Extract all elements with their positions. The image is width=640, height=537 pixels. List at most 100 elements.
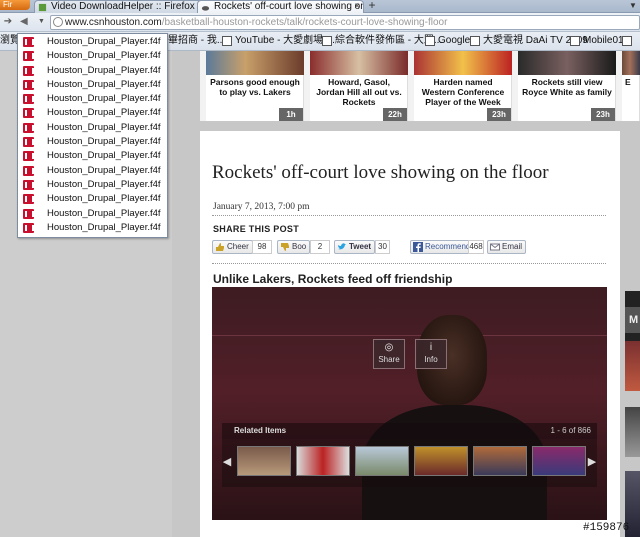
related-thumbnail[interactable] bbox=[237, 446, 291, 476]
download-menu-item[interactable]: Houston_Drupal_Player.f4f bbox=[18, 49, 167, 63]
globe-icon bbox=[53, 17, 63, 27]
info-label: Info bbox=[424, 355, 438, 364]
film-icon bbox=[23, 222, 34, 233]
right-column-image bbox=[625, 341, 640, 391]
download-filename: Houston_Drupal_Player.f4f bbox=[47, 121, 161, 133]
address-bar[interactable]: www.csnhouston.com/basketball-houston-ro… bbox=[50, 15, 640, 30]
video-frame-detail bbox=[212, 335, 607, 336]
video-downloadhelper-icon[interactable]: ◀ bbox=[20, 16, 32, 28]
cheer-button[interactable]: Cheer bbox=[212, 240, 253, 254]
boo-button[interactable]: Boo bbox=[277, 240, 311, 254]
tab-list-button[interactable]: ▼ bbox=[627, 0, 639, 12]
download-filename: Houston_Drupal_Player.f4f bbox=[47, 164, 161, 176]
related-thumbnail[interactable] bbox=[532, 446, 586, 476]
headline-card[interactable]: Rockets still view Royce White as family… bbox=[518, 51, 616, 121]
info-icon: i bbox=[429, 342, 433, 353]
email-label: Email bbox=[502, 242, 523, 251]
download-filename: Houston_Drupal_Player.f4f bbox=[47, 107, 161, 119]
bookmark-item[interactable]: Mobile01 bbox=[570, 34, 624, 48]
video-info-button[interactable]: i Info bbox=[415, 339, 447, 369]
card-thumbnail bbox=[310, 51, 408, 75]
film-icon bbox=[23, 108, 34, 119]
bookmark-item[interactable] bbox=[622, 34, 635, 48]
page-title: Rockets' off-court love showing on the f… bbox=[212, 162, 549, 183]
url-path: /basketball-houston-rockets/talk/rockets… bbox=[161, 17, 448, 28]
tweet-count: 30 bbox=[375, 240, 390, 254]
film-icon bbox=[23, 208, 34, 219]
download-menu-item[interactable]: Houston_Drupal_Player.f4f bbox=[18, 207, 167, 221]
chevron-left-icon[interactable]: ◀ bbox=[222, 455, 232, 469]
new-tab-button[interactable]: + bbox=[366, 0, 378, 12]
chevron-right-icon[interactable]: ▶ bbox=[587, 455, 597, 469]
related-count: 1 - 6 of 866 bbox=[550, 426, 591, 435]
envelope-icon bbox=[490, 243, 500, 251]
facebook-recommend-button[interactable]: Recommend bbox=[410, 240, 475, 254]
boo-count: 2 bbox=[310, 240, 330, 254]
page-icon bbox=[622, 36, 632, 46]
recommend-count: 468 bbox=[468, 240, 484, 254]
bookmark-item[interactable]: 畢招商 - 我... bbox=[168, 34, 225, 48]
card-title: Harden named Western Conference Player o… bbox=[421, 77, 505, 107]
url-host: www.csnhouston.com bbox=[65, 17, 162, 28]
related-thumbnail[interactable] bbox=[296, 446, 350, 476]
share-heading: SHARE THIS POST bbox=[213, 224, 300, 234]
related-thumbnail[interactable] bbox=[355, 446, 409, 476]
back-arrow-icon[interactable]: ➔ bbox=[1, 15, 15, 29]
close-icon[interactable]: × bbox=[354, 1, 360, 13]
card-title: Howard, Gasol, Jordan Hill all out vs. R… bbox=[316, 77, 402, 107]
download-menu-item[interactable]: Houston_Drupal_Player.f4f bbox=[18, 192, 167, 206]
download-menu-item[interactable]: Houston_Drupal_Player.f4f bbox=[18, 149, 167, 163]
video-player[interactable]: ◎ Share i Info Related Items 1 - 6 of 86… bbox=[212, 287, 607, 520]
card-age: 22h bbox=[383, 108, 407, 121]
download-menu-item[interactable]: Houston_Drupal_Player.f4f bbox=[18, 178, 167, 192]
firefox-menu-button[interactable]: Fir bbox=[0, 0, 30, 10]
right-column-image bbox=[625, 407, 640, 457]
download-menu-item[interactable]: Houston_Drupal_Player.f4f bbox=[18, 78, 167, 92]
bookmark-label: 畢招商 - 我... bbox=[168, 35, 226, 46]
download-menu-item[interactable]: Houston_Drupal_Player.f4f bbox=[18, 92, 167, 106]
related-thumbnail[interactable] bbox=[414, 446, 468, 476]
email-button[interactable]: Email bbox=[487, 240, 527, 254]
tab-label: Rockets' off-court love showing on... bbox=[214, 1, 364, 12]
download-filename: Houston_Drupal_Player.f4f bbox=[47, 50, 161, 62]
download-menu-item[interactable]: Houston_Drupal_Player.f4f bbox=[18, 221, 167, 235]
download-menu-item[interactable]: Houston_Drupal_Player.f4f bbox=[18, 64, 167, 78]
tab-bar: Fir Video DownloadHelper :: Firefox 附...… bbox=[0, 0, 640, 13]
tweet-button[interactable]: Tweet bbox=[334, 240, 376, 254]
article: Rockets' off-court love showing on the f… bbox=[200, 131, 620, 537]
nbc-peacock-icon bbox=[201, 6, 210, 11]
download-menu-item[interactable]: Houston_Drupal_Player.f4f bbox=[18, 121, 167, 135]
page-icon bbox=[470, 36, 480, 46]
card-thumbnail bbox=[518, 51, 616, 75]
tab-video-downloadhelper[interactable]: Video DownloadHelper :: Firefox 附... × bbox=[34, 0, 206, 13]
film-icon bbox=[23, 194, 34, 205]
card-age: 1h bbox=[279, 108, 303, 121]
download-menu: Houston_Drupal_Player.f4f Houston_Drupal… bbox=[17, 33, 168, 238]
film-icon bbox=[23, 122, 34, 133]
download-menu-item[interactable]: Houston_Drupal_Player.f4f bbox=[18, 164, 167, 178]
card-age: 23h bbox=[487, 108, 511, 121]
headline-rail: Parsons good enough to play vs. Lakers 1… bbox=[200, 51, 640, 121]
bookmark-item[interactable]: Google bbox=[425, 34, 470, 48]
chevron-down-icon[interactable]: ▼ bbox=[38, 16, 46, 28]
tab-rockets-article[interactable]: Rockets' off-court love showing on... × bbox=[197, 0, 364, 13]
download-filename: Houston_Drupal_Player.f4f bbox=[47, 150, 161, 162]
download-menu-item[interactable]: Houston_Drupal_Player.f4f bbox=[18, 106, 167, 120]
download-filename: Houston_Drupal_Player.f4f bbox=[47, 78, 161, 90]
download-menu-item[interactable]: Houston_Drupal_Player.f4f bbox=[18, 135, 167, 149]
headline-card[interactable]: E bbox=[622, 51, 640, 121]
video-share-button[interactable]: ◎ Share bbox=[373, 339, 405, 369]
film-icon bbox=[23, 51, 34, 62]
tweet-label: Tweet bbox=[349, 242, 372, 251]
headline-card[interactable]: Harden named Western Conference Player o… bbox=[414, 51, 512, 121]
headline-card[interactable]: Parsons good enough to play vs. Lakers 1… bbox=[206, 51, 304, 121]
download-menu-item[interactable]: Houston_Drupal_Player.f4f bbox=[18, 35, 167, 49]
page-icon bbox=[322, 36, 332, 46]
bookmark-item[interactable]: YouTube - 大愛劇場-... bbox=[222, 34, 335, 48]
card-thumbnail bbox=[414, 51, 512, 75]
bookmark-label: YouTube - 大愛劇場-... bbox=[235, 35, 335, 46]
page-icon bbox=[425, 36, 435, 46]
article-subheading: Unlike Lakers, Rockets feed off friendsh… bbox=[213, 272, 453, 286]
related-thumbnail[interactable] bbox=[473, 446, 527, 476]
headline-card[interactable]: Howard, Gasol, Jordan Hill all out vs. R… bbox=[310, 51, 408, 121]
